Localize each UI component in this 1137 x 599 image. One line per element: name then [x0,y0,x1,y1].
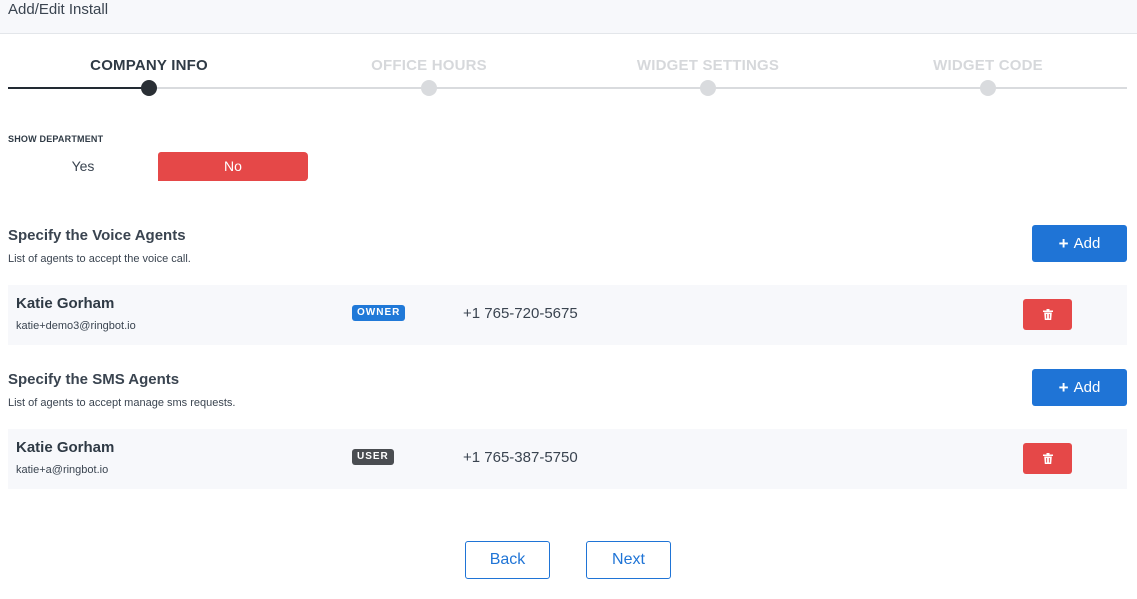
back-button[interactable]: Back [465,541,550,579]
stepper-progress-line [8,87,149,89]
step-dot [980,80,996,96]
delete-agent-button[interactable] [1023,443,1072,474]
voice-agent-row: Katie Gorham katie+demo3@ringbot.io OWNE… [8,285,1127,345]
step-label: WIDGET CODE [933,57,1043,74]
agent-name: Katie Gorham [16,295,115,312]
sms-agents-title: Specify the SMS Agents [8,371,180,388]
agent-email: katie+demo3@ringbot.io [16,320,136,332]
next-button[interactable]: Next [586,541,671,579]
show-department-label: SHOW DEPARTMENT [8,134,104,144]
agent-phone: +1 765-720-5675 [463,305,578,322]
role-badge: USER [352,449,394,465]
page-title: Add/Edit Install [8,1,109,18]
step-label: WIDGET SETTINGS [636,57,780,74]
add-voice-agent-button[interactable]: + Add [1032,225,1127,262]
plus-icon: + [1058,234,1069,253]
role-badge: OWNER [352,305,406,321]
voice-agents-subtitle: List of agents to accept the voice call. [8,253,191,265]
step-dot [421,80,437,96]
step-widget-code[interactable]: WIDGET CODE [868,56,1108,96]
step-office-hours[interactable]: OFFICE HOURS [309,56,549,96]
plus-icon: + [1058,378,1069,397]
add-sms-agent-button[interactable]: + Add [1032,369,1127,406]
add-button-label: Add [1073,235,1101,252]
step-label: COMPANY INFO [90,57,208,74]
sms-agent-row: Katie Gorham katie+a@ringbot.io USER +1 … [8,429,1127,489]
agent-email: katie+a@ringbot.io [16,464,109,476]
toggle-no-button[interactable]: No [158,152,308,181]
agent-phone: +1 765-387-5750 [463,449,578,466]
agent-name: Katie Gorham [16,439,115,456]
show-department-toggle: Yes No [8,152,308,181]
add-button-label: Add [1073,379,1101,396]
step-company-info[interactable]: COMPANY INFO [29,56,269,96]
step-dot [141,80,157,96]
sms-agents-subtitle: List of agents to accept manage sms requ… [8,397,236,409]
step-dot [700,80,716,96]
top-bar: Add/Edit Install [0,0,1137,34]
step-widget-settings[interactable]: WIDGET SETTINGS [588,56,828,96]
delete-agent-button[interactable] [1023,299,1072,330]
voice-agents-title: Specify the Voice Agents [8,227,186,244]
toggle-yes-button[interactable]: Yes [8,152,158,181]
wizard-stepper: COMPANY INFO OFFICE HOURS WIDGET SETTING… [8,56,1127,100]
trash-icon [1042,453,1053,464]
step-label: OFFICE HOURS [371,57,487,74]
trash-icon [1042,309,1053,320]
